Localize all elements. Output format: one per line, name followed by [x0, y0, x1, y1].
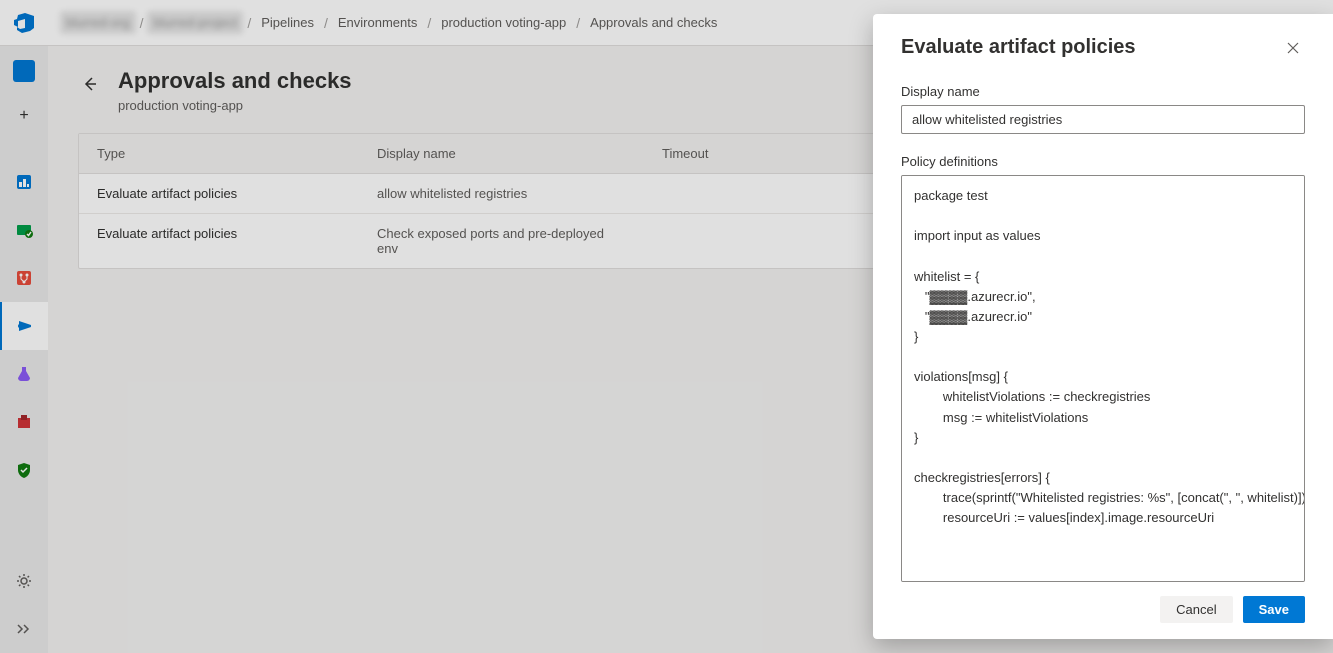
policy-definitions-label: Policy definitions	[901, 154, 1305, 169]
close-icon	[1285, 40, 1301, 56]
cancel-button[interactable]: Cancel	[1160, 596, 1232, 623]
policy-definitions-textarea[interactable]	[901, 175, 1305, 582]
edit-policy-panel: Evaluate artifact policies Display name …	[873, 14, 1333, 639]
display-name-input[interactable]	[901, 105, 1305, 134]
display-name-label: Display name	[901, 84, 1305, 99]
save-button[interactable]: Save	[1243, 596, 1305, 623]
panel-title: Evaluate artifact policies	[901, 36, 1136, 59]
panel-close-button[interactable]	[1281, 36, 1305, 60]
